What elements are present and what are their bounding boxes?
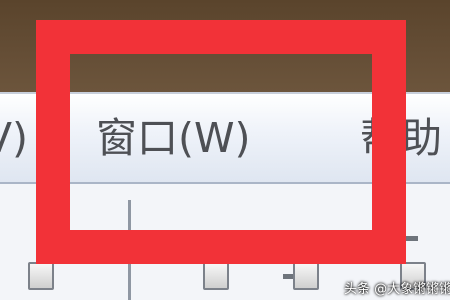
stop-icon[interactable]	[293, 262, 319, 290]
watermark: 头条 @大象锵锵锵	[344, 282, 450, 297]
highlight-box	[36, 20, 406, 264]
menu-item-view[interactable]: V)	[0, 112, 28, 164]
stop-icon[interactable]	[28, 262, 54, 290]
stop-icon[interactable]	[203, 262, 229, 290]
